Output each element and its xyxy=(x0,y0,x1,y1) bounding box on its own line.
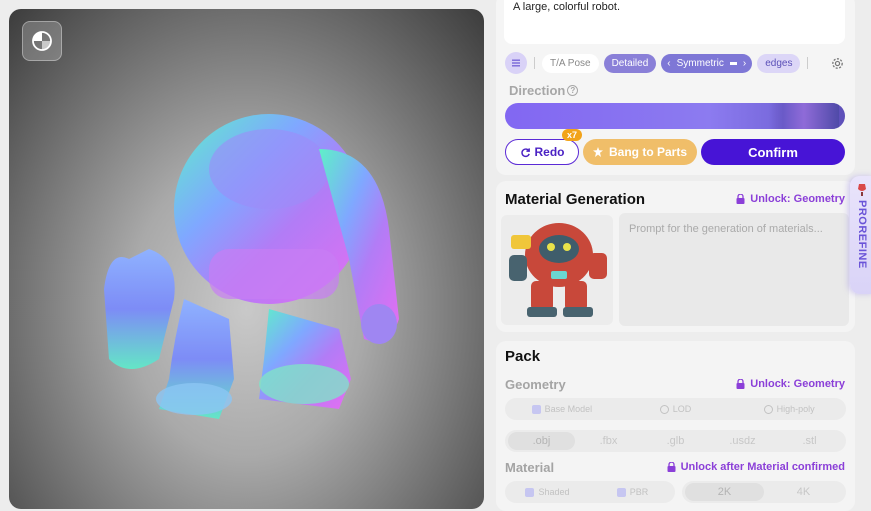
material-pack-label: Material xyxy=(505,460,555,475)
option-lod[interactable]: LOD xyxy=(619,404,733,414)
material-preview-thumbnail[interactable] xyxy=(501,215,613,325)
chip-detailed[interactable]: Detailed xyxy=(603,53,657,73)
generation-card: A large, colorful robot. T/A Pose Detail… xyxy=(496,0,855,175)
option-label: LOD xyxy=(672,404,692,414)
option-label: High-poly xyxy=(776,404,815,414)
geometry-label: Geometry xyxy=(505,377,566,392)
pack-card: Pack Geometry Unlock: Geometry Base Mode… xyxy=(496,341,855,511)
material-unlock-link[interactable]: Unlock: Geometry xyxy=(736,193,845,205)
prorefine-label: PROREFINE xyxy=(856,200,868,269)
prorefine-icon xyxy=(858,184,866,196)
toolbar-divider xyxy=(807,57,809,69)
direction-label: Direction ? xyxy=(509,83,579,98)
chevron-right-icon[interactable]: › xyxy=(743,58,746,69)
right-panel: A large, colorful robot. T/A Pose Detail… xyxy=(496,0,856,511)
view-mode-toggle[interactable] xyxy=(22,21,62,61)
options-menu-button[interactable] xyxy=(505,52,527,74)
material-pack-unlock-label: Unlock after Material confirmed xyxy=(680,461,845,473)
pack-title: Pack xyxy=(505,348,541,365)
redo-icon xyxy=(520,147,530,157)
checkbox-icon xyxy=(531,404,541,414)
gear-icon xyxy=(831,57,843,69)
robot-preview-image xyxy=(509,223,607,317)
option-label: Base Model xyxy=(544,404,593,414)
chevron-left-icon[interactable]: ‹ xyxy=(667,58,670,69)
radio-icon xyxy=(659,404,669,414)
lock-icon xyxy=(667,462,676,472)
toolbar-divider xyxy=(534,57,535,69)
model-viewport[interactable] xyxy=(9,9,484,509)
settings-button[interactable] xyxy=(828,54,846,72)
resolution-selector: 2K 4K xyxy=(682,481,846,503)
option-label: Shaded xyxy=(538,487,570,497)
prorefine-side-tab[interactable]: PROREFINE xyxy=(850,176,871,294)
robot-model-render xyxy=(104,114,399,419)
chip-symmetric-label: Symmetric xyxy=(676,57,724,69)
bang-label: Bang to Parts xyxy=(608,145,687,159)
material-options: Shaded PBR xyxy=(505,481,675,503)
generation-toolbar: T/A Pose Detailed ‹ Symmetric › edges xyxy=(505,52,846,74)
list-icon xyxy=(512,59,520,67)
checkbox-icon xyxy=(616,487,626,497)
resolution-4k[interactable]: 4K xyxy=(764,483,843,501)
material-unlock-label: Unlock: Geometry xyxy=(750,193,845,205)
radio-icon xyxy=(763,404,773,414)
option-label: PBR xyxy=(629,487,649,497)
format-fbx[interactable]: .fbx xyxy=(575,432,642,450)
chip-tpose[interactable]: T/A Pose xyxy=(542,53,599,73)
chip-symmetric[interactable]: ‹ Symmetric › xyxy=(661,53,753,73)
option-base-model[interactable]: Base Model xyxy=(505,404,619,414)
material-generation-card: Material Generation Unlock: Geometry Pro… xyxy=(496,181,855,332)
checkbox-icon xyxy=(525,487,535,497)
lock-icon xyxy=(736,379,745,389)
geometry-unlock-link[interactable]: Unlock: Geometry xyxy=(736,378,845,390)
option-high-poly[interactable]: High-poly xyxy=(732,404,846,414)
view-mode-icon xyxy=(32,31,52,51)
direction-preview-thumb[interactable] xyxy=(769,103,839,129)
redo-label: Redo xyxy=(534,145,565,159)
option-pbr[interactable]: PBR xyxy=(590,487,675,497)
prompt-input[interactable]: A large, colorful robot. xyxy=(504,0,845,44)
bang-to-parts-button[interactable]: Bang to Parts xyxy=(583,139,697,165)
geometry-unlock-label: Unlock: Geometry xyxy=(750,378,845,390)
redo-button[interactable]: Redo x7 xyxy=(505,129,582,165)
format-obj[interactable]: .obj xyxy=(508,432,575,450)
action-row: Redo x7 Bang to Parts Confirm xyxy=(505,129,845,165)
lock-icon xyxy=(736,194,745,204)
format-stl[interactable]: .stl xyxy=(776,432,843,450)
format-usdz[interactable]: .usdz xyxy=(709,432,776,450)
confirm-button[interactable]: Confirm xyxy=(701,139,845,165)
option-shaded[interactable]: Shaded xyxy=(505,487,590,497)
material-pack-unlock-link[interactable]: Unlock after Material confirmed xyxy=(667,461,845,473)
material-title: Material Generation xyxy=(505,191,646,208)
geometry-options: Base Model LOD High-poly xyxy=(505,398,846,420)
redo-count-badge: x7 xyxy=(561,129,582,141)
direction-slider[interactable] xyxy=(505,103,845,129)
chip-edges[interactable]: edges xyxy=(757,53,801,73)
burst-icon xyxy=(592,147,603,157)
material-prompt-input[interactable]: Prompt for the generation of materials..… xyxy=(619,213,849,326)
format-selector: .obj .fbx .glb .usdz .stl xyxy=(505,430,846,452)
symmetric-toggle-icon xyxy=(729,61,737,65)
help-icon[interactable]: ? xyxy=(567,85,579,96)
resolution-2k[interactable]: 2K xyxy=(685,483,764,501)
format-glb[interactable]: .glb xyxy=(642,432,709,450)
direction-label-text: Direction xyxy=(509,83,566,98)
